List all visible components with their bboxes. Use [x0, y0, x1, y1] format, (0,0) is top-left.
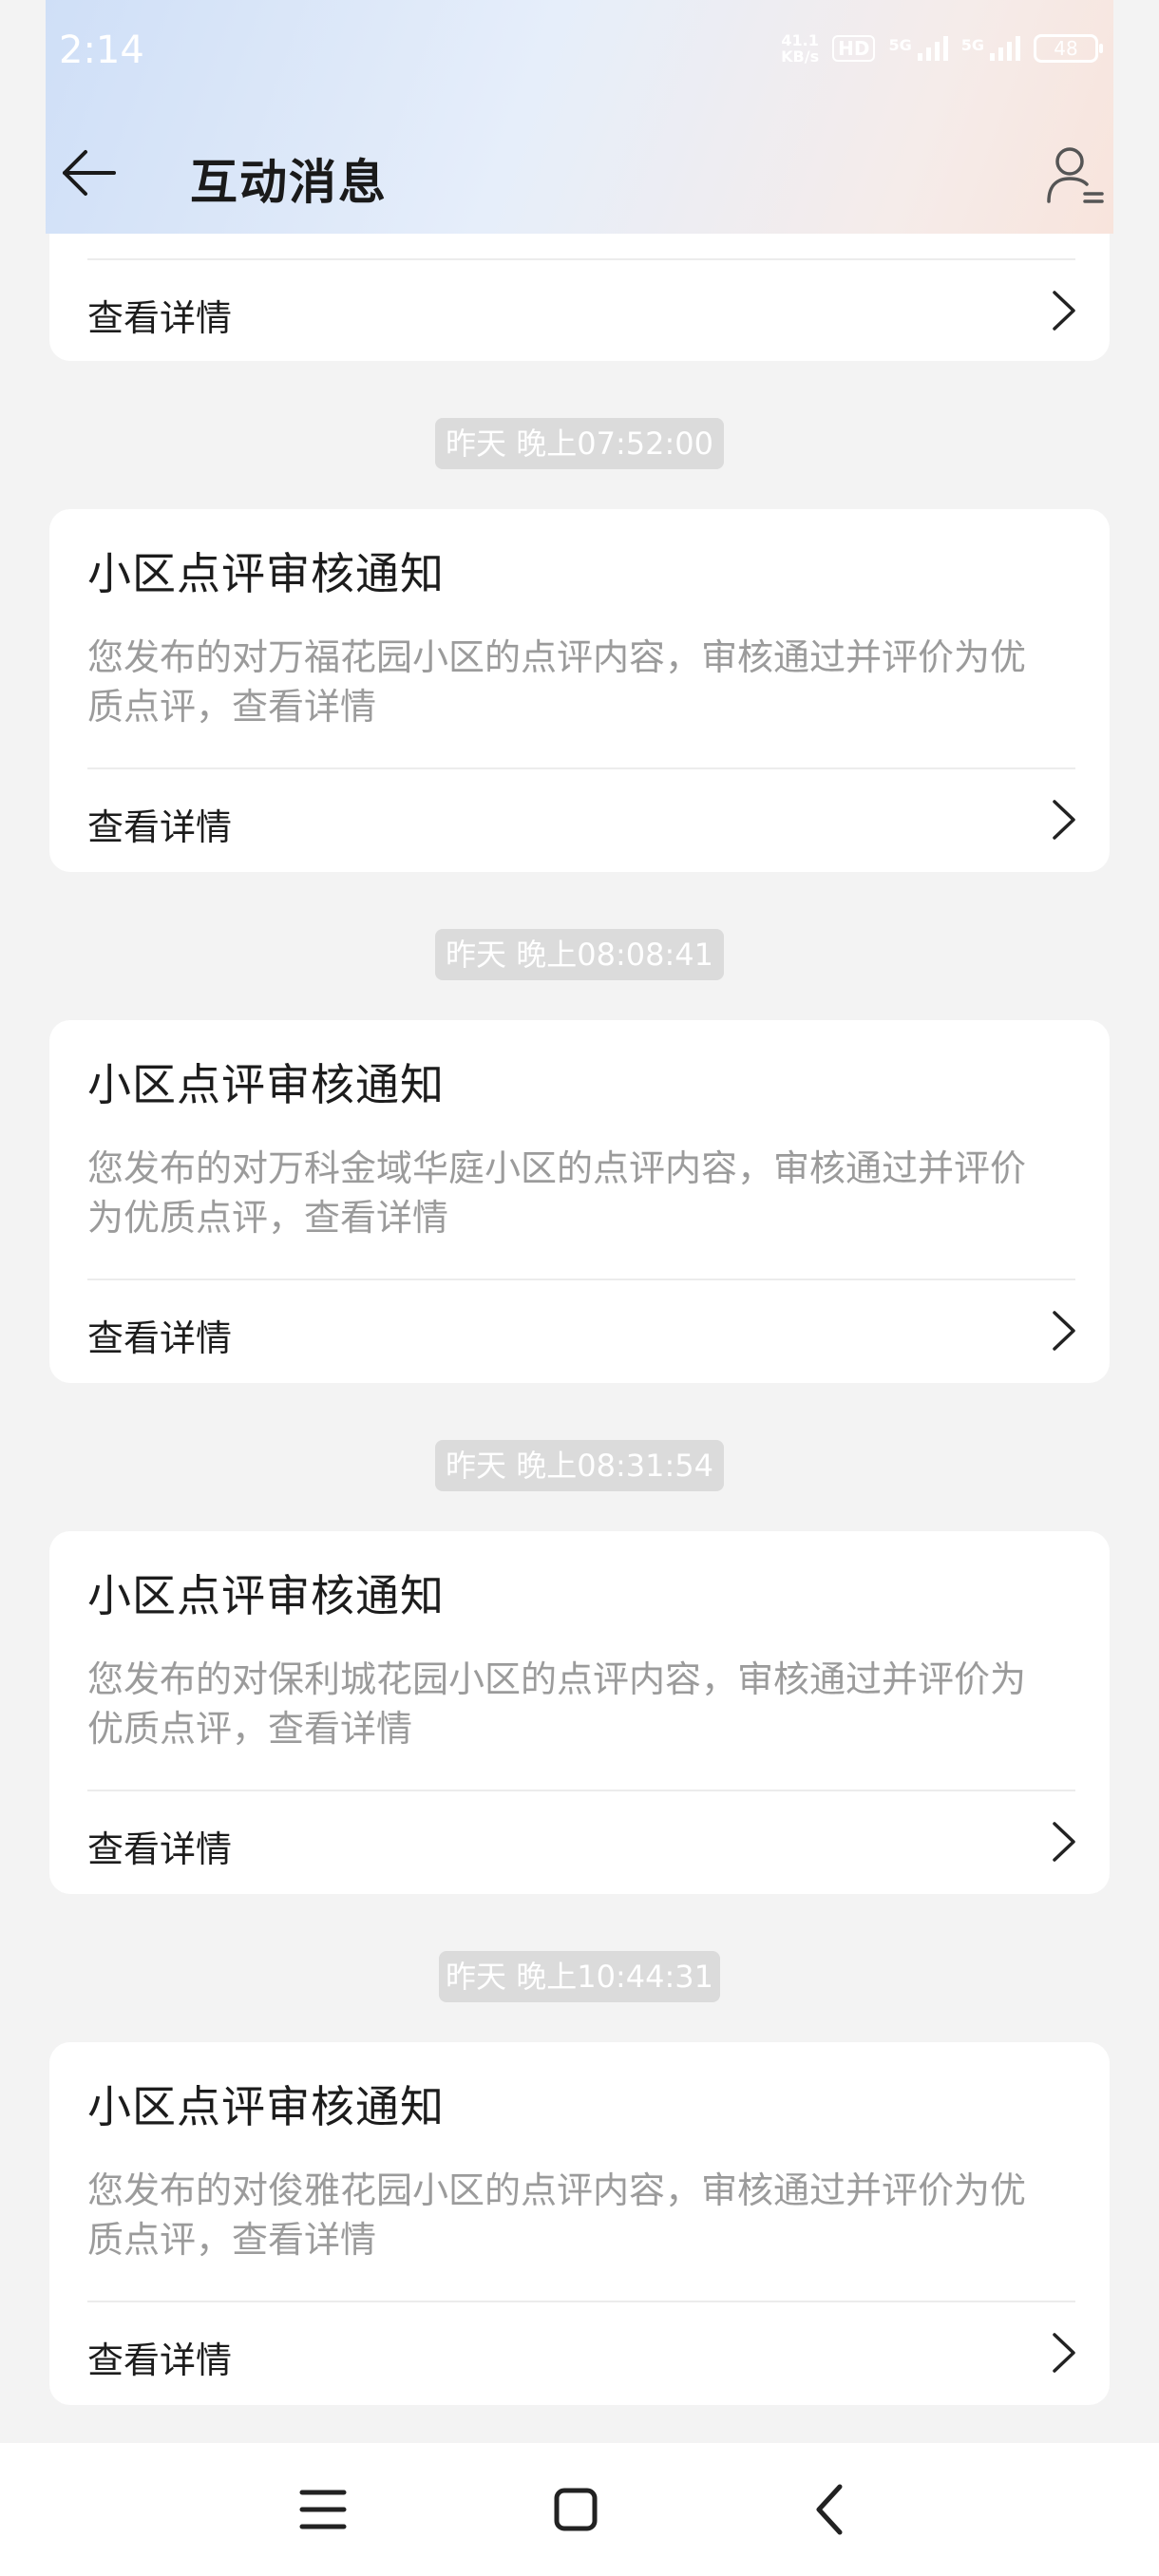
- message-description: 您发布的对万福花园小区的点评内容，审核通过并评价为优 质点评，查看详情: [87, 633, 1056, 731]
- message-description-line: 质点评，查看详情: [87, 2219, 377, 2261]
- message-description-line: 质点评，查看详情: [87, 686, 377, 728]
- message-description-line: 您发布的对万福花园小区的点评内容，审核通过并评价为优: [87, 636, 1027, 678]
- view-details-label: 查看详情: [87, 2339, 233, 2381]
- message-description-line: 您发布的对万科金域华庭小区的点评内容，审核通过并评价: [87, 1147, 1027, 1189]
- interaction-messages-screen: 查看详情 昨天 晚上07:52:00 小区点评审核通知 您发布的对万福花园小区的…: [0, 0, 1159, 2576]
- home-square-icon[interactable]: [538, 2472, 614, 2548]
- message-timestamp: 昨天 晚上07:52:00: [435, 418, 724, 469]
- network-speed-unit: KB/s: [781, 47, 820, 66]
- message-description-line: 您发布的对保利城花园小区的点评内容，审核通过并评价为: [87, 1658, 1027, 1700]
- battery-icon: 48: [1034, 34, 1103, 63]
- chevron-right-icon: [1053, 291, 1075, 331]
- message-description-line: 为优质点评，查看详情: [87, 1197, 449, 1239]
- back-chevron-icon[interactable]: [792, 2472, 868, 2548]
- network-speed-value: 41.1: [781, 31, 819, 49]
- system-nav-bar: [0, 2443, 1159, 2576]
- status-time: 2:14: [59, 28, 144, 72]
- view-details-row[interactable]: 查看详情: [49, 2302, 1110, 2403]
- chevron-right-icon: [1053, 800, 1075, 840]
- signal-label: 5G: [960, 36, 984, 54]
- message-description-line: 优质点评，查看详情: [87, 1708, 413, 1750]
- signal-icon: 5G: [888, 36, 948, 61]
- user-settings-icon[interactable]: [1043, 142, 1106, 205]
- message-timestamp: 昨天 晚上08:08:41: [435, 929, 724, 980]
- signal-icon: 5G: [961, 36, 1020, 61]
- view-details-row[interactable]: 查看详情: [49, 769, 1110, 870]
- top-header: 2:14 41.1 KB/s HD 5G 5G 48 互动消息: [46, 0, 1113, 234]
- message-timestamp: 昨天 晚上08:31:54: [435, 1440, 724, 1491]
- message-card: 小区点评审核通知 您发布的对万科金域华庭小区的点评内容，审核通过并评价 为优质点…: [49, 1020, 1110, 1383]
- chevron-right-icon: [1053, 2333, 1075, 2373]
- view-details-label: 查看详情: [87, 806, 233, 848]
- message-title: 小区点评审核通知: [87, 548, 445, 599]
- message-title: 小区点评审核通知: [87, 1059, 445, 1110]
- arrow-left-icon[interactable]: [59, 142, 120, 203]
- menu-icon[interactable]: [285, 2472, 361, 2548]
- message-description: 您发布的对俊雅花园小区的点评内容，审核通过并评价为优 质点评，查看详情: [87, 2166, 1056, 2264]
- message-description: 您发布的对保利城花园小区的点评内容，审核通过并评价为 优质点评，查看详情: [87, 1655, 1056, 1753]
- view-details-row[interactable]: 查看详情: [49, 260, 1110, 361]
- message-card: 小区点评审核通知 您发布的对保利城花园小区的点评内容，审核通过并评价为 优质点评…: [49, 1531, 1110, 1894]
- page-title: 互动消息: [190, 155, 388, 210]
- view-details-label: 查看详情: [87, 1317, 233, 1359]
- message-timestamp: 昨天 晚上10:44:31: [439, 1951, 720, 2002]
- message-description-line: 您发布的对俊雅花园小区的点评内容，审核通过并评价为优: [87, 2169, 1027, 2211]
- message-description: 您发布的对万科金域华庭小区的点评内容，审核通过并评价 为优质点评，查看详情: [87, 1144, 1056, 1242]
- chevron-right-icon: [1053, 1311, 1075, 1351]
- status-indicators: 41.1 KB/s HD 5G 5G 48: [781, 32, 1103, 65]
- network-speed: 41.1 KB/s: [781, 32, 819, 65]
- hd-badge: HD: [832, 35, 876, 62]
- message-card: 小区点评审核通知 您发布的对俊雅花园小区的点评内容，审核通过并评价为优 质点评，…: [49, 2042, 1110, 2405]
- message-title: 小区点评审核通知: [87, 2081, 445, 2132]
- signal-label: 5G: [888, 36, 912, 54]
- message-title: 小区点评审核通知: [87, 1570, 445, 1621]
- view-details-row[interactable]: 查看详情: [49, 1791, 1110, 1892]
- view-details-row[interactable]: 查看详情: [49, 1280, 1110, 1381]
- message-card: 小区点评审核通知 您发布的对万福花园小区的点评内容，审核通过并评价为优 质点评，…: [49, 509, 1110, 872]
- view-details-label: 查看详情: [87, 297, 233, 339]
- view-details-label: 查看详情: [87, 1828, 233, 1870]
- chevron-right-icon: [1053, 1822, 1075, 1862]
